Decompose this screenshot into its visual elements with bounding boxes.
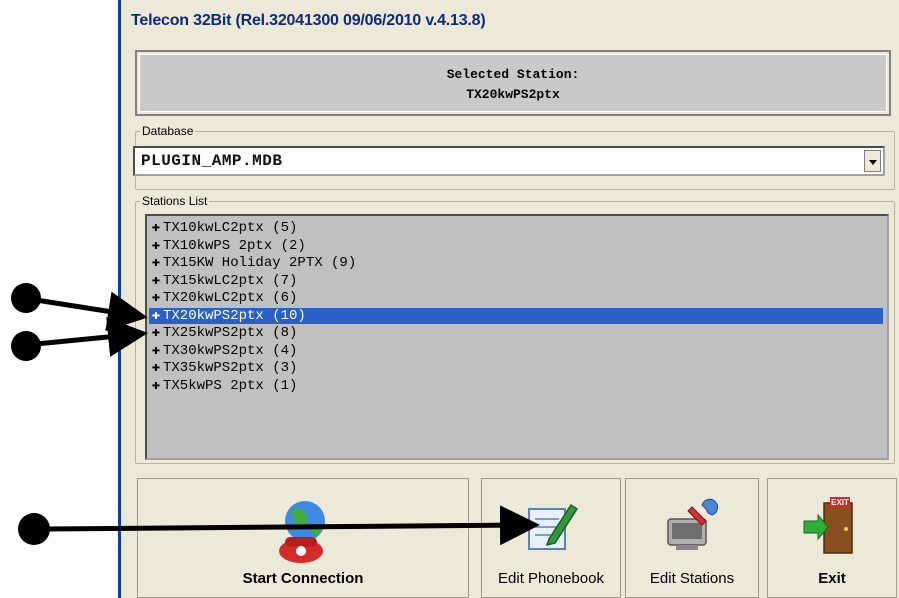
list-item-label: TX10kwLC2ptx (5) <box>163 220 298 236</box>
list-item-label: TX20kwPS2ptx (10) <box>163 307 306 324</box>
stations-list-legend: Stations List <box>142 194 208 208</box>
selected-station-label: Selected Station: <box>446 67 580 82</box>
list-item[interactable]: ✚ TX15kwLC2ptx (7) <box>149 272 298 289</box>
list-item[interactable]: ✚ TX25kwPS2ptx (8) <box>149 325 298 341</box>
notepad-pencil-icon <box>528 503 579 550</box>
stations-list[interactable]: ✚ TX10kwLC2ptx (5) ✚ TX10kwPS 2ptx (2) ✚ TX15… <box>145 214 889 460</box>
plus-icon[interactable]: ✚ <box>149 308 163 324</box>
list-item-label: TX5kwPS 2ptx (1) <box>163 377 298 394</box>
list-item[interactable]: ✚ TX10kwLC2ptx (5) <box>149 220 298 236</box>
exit-door-icon: EXIT <box>803 497 853 554</box>
computer-tools-icon <box>667 498 719 550</box>
selected-station-value: TX20kwPS2ptx <box>466 87 560 102</box>
list-item-label: TX25kwPS2ptx (8) <box>163 325 298 341</box>
app-window: Telecon 32Bit (Rel.32041300 09/06/2010 v… <box>118 0 899 598</box>
start-connection-label: Start Connection <box>242 570 364 587</box>
database-select[interactable]: PLUGIN_AMP.MDB <box>133 146 885 176</box>
plus-icon[interactable]: ✚ <box>149 343 163 359</box>
title-bar[interactable]: Telecon 32Bit (Rel.32041300 09/06/2010 v… <box>121 0 899 46</box>
globe-phone-icon <box>279 501 325 563</box>
list-item-label: TX10kwPS 2ptx (2) <box>163 237 306 254</box>
list-item-label: TX15kwLC2ptx (7) <box>163 272 298 289</box>
list-item-selected[interactable]: ✚ TX20kwPS2ptx (10) <box>149 307 883 324</box>
start-connection-button[interactable]: Start Connection <box>137 478 469 598</box>
list-item-label: TX15KW Holiday 2PTX (9) <box>163 255 357 271</box>
exit-sign-text: EXIT <box>831 498 849 507</box>
plus-icon[interactable]: ✚ <box>149 360 163 376</box>
list-item[interactable]: ✚ TX5kwPS 2ptx (1) <box>149 377 298 394</box>
list-item[interactable]: ✚ TX30kwPS2ptx (4) <box>149 342 298 359</box>
list-item[interactable]: ✚ TX15KW Holiday 2PTX (9) <box>149 255 356 271</box>
database-value: PLUGIN_AMP.MDB <box>141 152 283 170</box>
list-item-label: TX20kwLC2ptx (6) <box>163 290 298 306</box>
window-title: Telecon 32Bit (Rel.32041300 09/06/2010 v… <box>131 12 486 29</box>
exit-label: Exit <box>818 570 846 587</box>
plus-icon[interactable]: ✚ <box>149 378 163 394</box>
plus-icon[interactable]: ✚ <box>149 325 163 341</box>
exit-button[interactable]: EXIT Exit <box>767 478 897 598</box>
edit-phonebook-label: Edit Phonebook <box>498 570 604 587</box>
list-item[interactable]: ✚ TX10kwPS 2ptx (2) <box>149 238 306 254</box>
plus-icon[interactable]: ✚ <box>149 220 163 236</box>
edit-stations-label: Edit Stations <box>649 570 735 587</box>
chevron-down-icon[interactable] <box>864 150 881 172</box>
edit-phonebook-button[interactable]: Edit Phonebook <box>481 478 621 598</box>
plus-icon[interactable]: ✚ <box>149 273 163 289</box>
list-item[interactable]: ✚ TX35kwPS2ptx (3) <box>149 360 298 376</box>
list-item-label: TX35kwPS2ptx (3) <box>163 360 298 376</box>
edit-stations-button[interactable]: Edit Stations <box>625 478 759 598</box>
list-item[interactable]: ✚ TX20kwLC2ptx (6) <box>149 290 298 306</box>
list-item-label: TX30kwPS2ptx (4) <box>163 342 298 359</box>
plus-icon[interactable]: ✚ <box>149 255 163 271</box>
selected-station-panel: Selected Station: TX20kwPS2ptx <box>135 50 891 116</box>
database-legend: Database <box>142 124 194 138</box>
plus-icon[interactable]: ✚ <box>149 238 163 254</box>
plus-icon[interactable]: ✚ <box>149 290 163 306</box>
